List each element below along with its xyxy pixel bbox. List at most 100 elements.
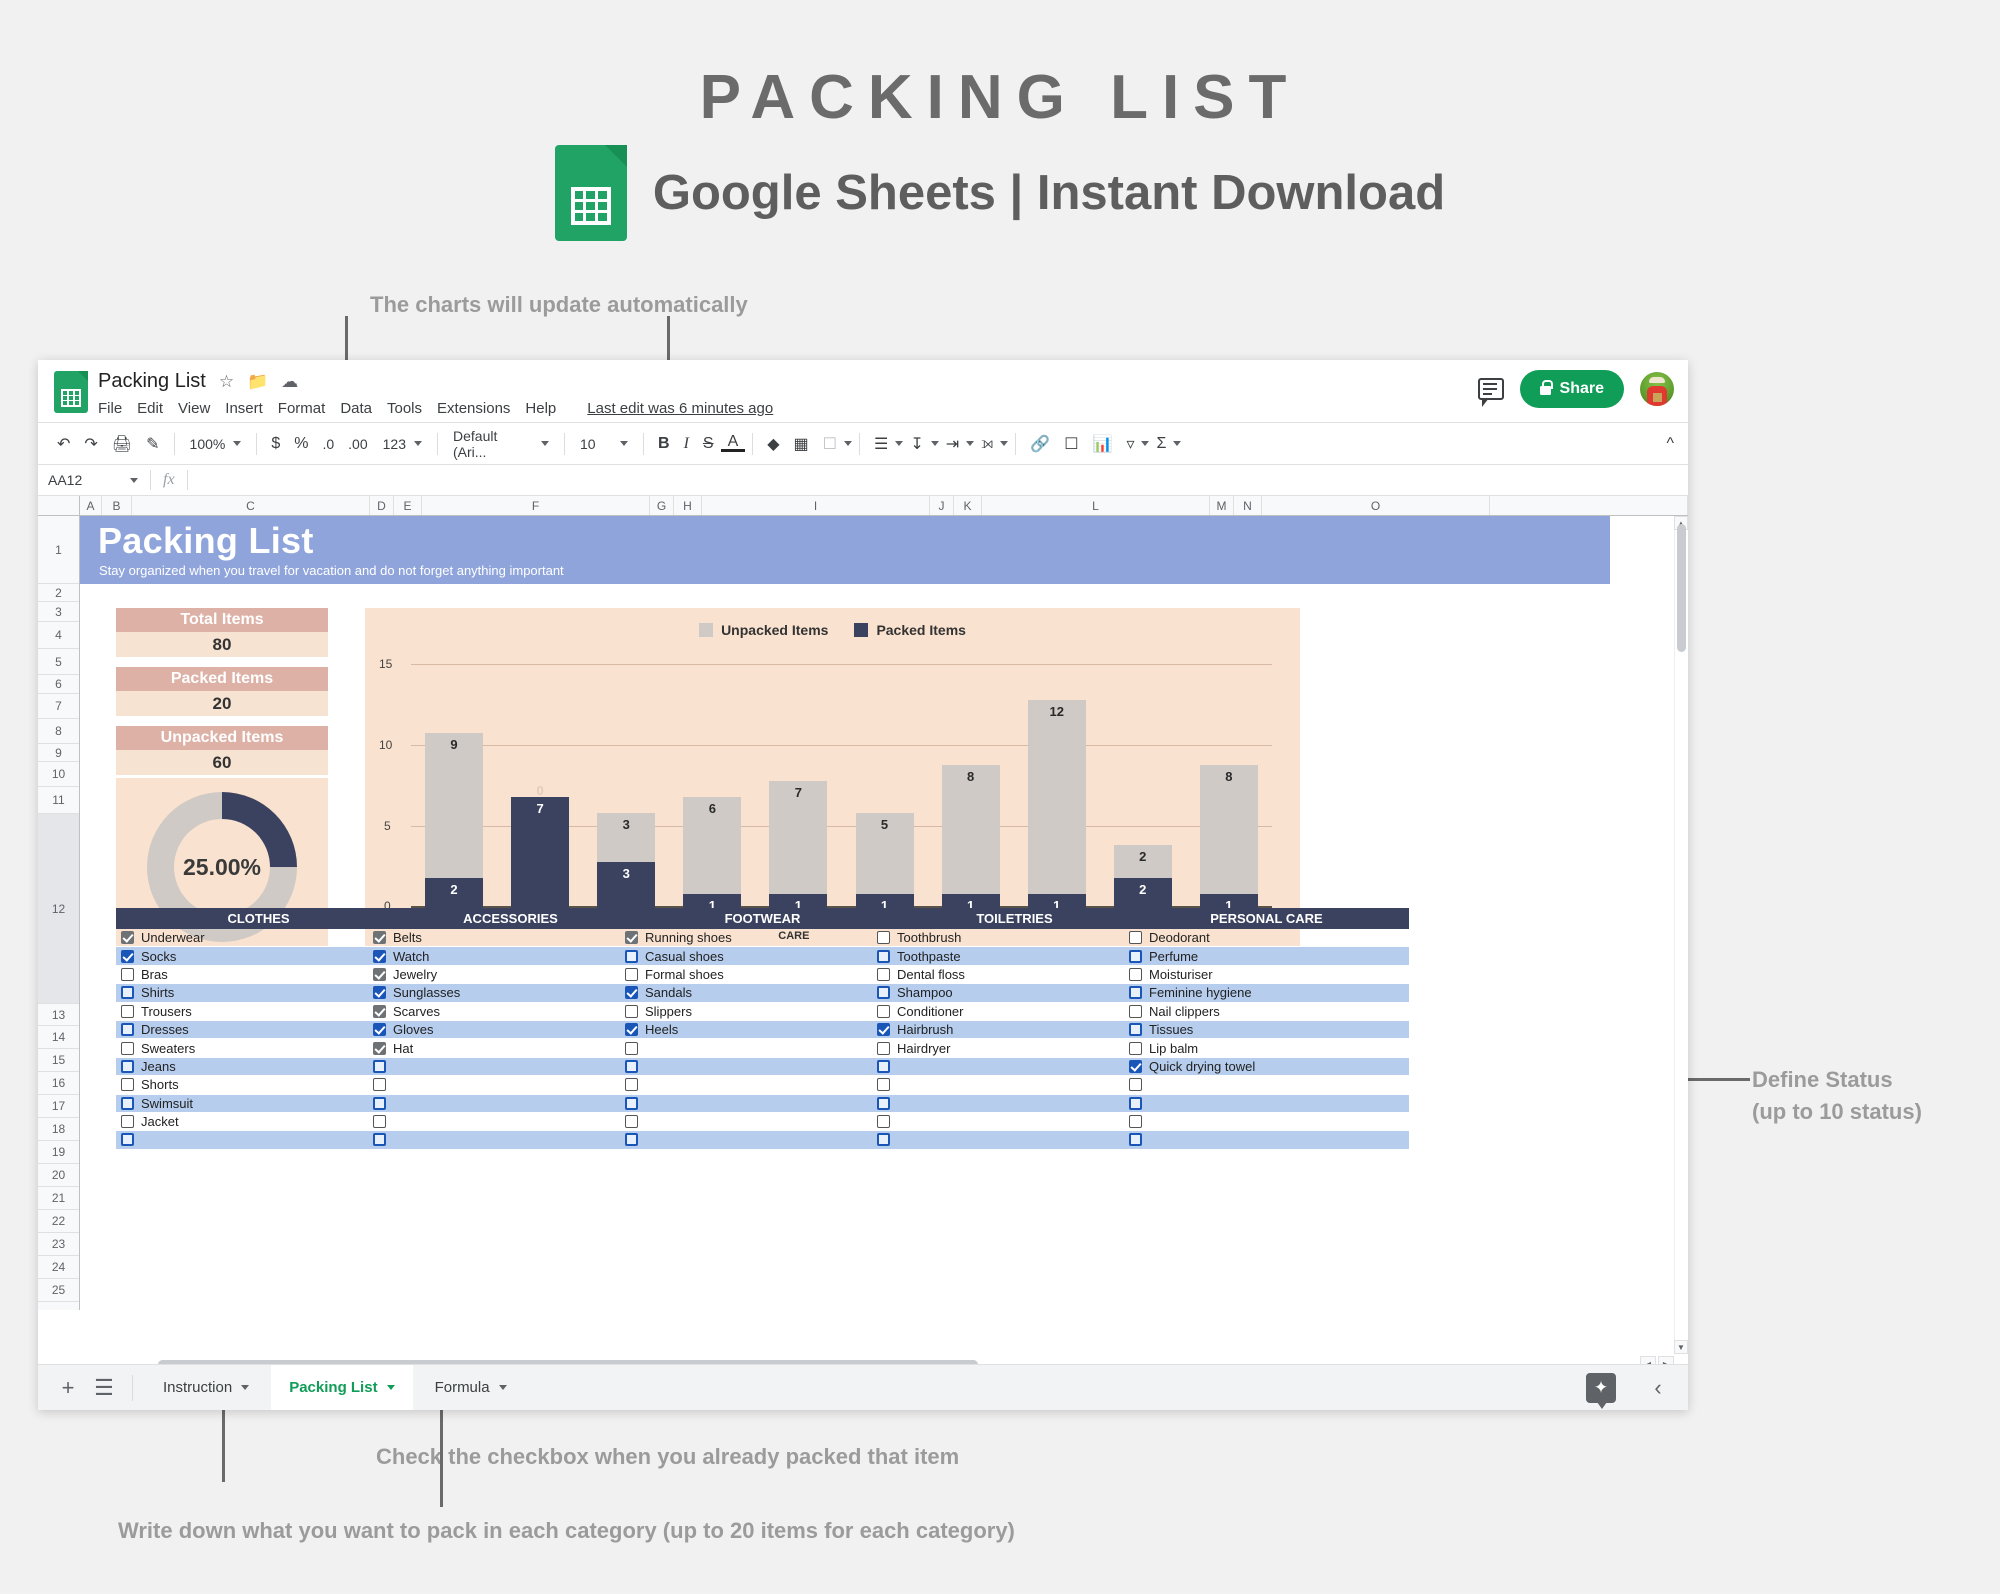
packing-bar-chart[interactable]: Unpacked Items Packed Items 15 10 5 0 9 … (365, 608, 1300, 956)
all-sheets-icon[interactable]: ☰ (88, 1372, 120, 1404)
list-item[interactable]: Shampoo (872, 984, 1157, 1003)
functions-icon[interactable]: Σ (1149, 435, 1173, 453)
list-item[interactable]: Toothpaste (872, 947, 1157, 966)
row-header-22[interactable]: 22 (38, 1210, 79, 1233)
list-item[interactable]: Moisturiser (1124, 966, 1409, 985)
list-item[interactable] (872, 1113, 1157, 1132)
checkbox-icon[interactable] (625, 1115, 638, 1129)
column-header-k[interactable]: K (954, 496, 982, 515)
list-item[interactable] (620, 1094, 905, 1113)
checkbox-icon[interactable] (1129, 1059, 1142, 1073)
checkbox-icon[interactable] (625, 949, 638, 963)
column-header-f[interactable]: F (422, 496, 650, 515)
vertical-align-icon[interactable]: ↧ (903, 434, 930, 454)
checkbox-icon[interactable] (373, 1078, 386, 1092)
checkbox-icon[interactable] (1129, 949, 1142, 963)
column-header-extra[interactable] (1490, 496, 1688, 515)
checkbox-icon[interactable] (373, 1023, 386, 1037)
collapse-sidebar-icon[interactable]: ‹ (1642, 1372, 1674, 1404)
list-item-label[interactable]: Toothpaste (897, 949, 961, 964)
list-item-label[interactable]: Dresses (141, 1022, 189, 1037)
list-item[interactable] (368, 1094, 653, 1113)
list-item[interactable]: Sunglasses (368, 984, 653, 1003)
checkbox-icon[interactable] (1129, 1115, 1142, 1129)
menu-help[interactable]: Help (525, 400, 556, 417)
list-item-label[interactable]: Socks (141, 949, 176, 964)
list-item[interactable] (116, 1131, 401, 1150)
list-item[interactable]: Gloves (368, 1020, 653, 1040)
list-item-label[interactable]: Swimsuit (141, 1096, 193, 1111)
menu-format[interactable]: Format (278, 400, 326, 417)
row-header-2[interactable]: 2 (38, 584, 79, 602)
checkbox-icon[interactable] (121, 1023, 134, 1037)
checkbox-icon[interactable] (1129, 1078, 1142, 1092)
list-item[interactable] (620, 1113, 905, 1132)
paint-format-icon[interactable]: ✎ (139, 434, 166, 454)
checkbox-icon[interactable] (121, 1059, 134, 1073)
checkbox-icon[interactable] (373, 1004, 386, 1018)
column-header-n[interactable]: N (1234, 496, 1262, 515)
list-item[interactable] (1124, 1094, 1409, 1113)
row-header-16[interactable]: 16 (38, 1072, 79, 1095)
menu-tools[interactable]: Tools (387, 400, 422, 417)
list-item[interactable]: Toothbrush (872, 929, 1157, 948)
row-header-12[interactable]: 12 (38, 814, 79, 1004)
checkbox-icon[interactable] (373, 1133, 386, 1147)
column-header-i[interactable]: I (702, 496, 930, 515)
select-all-corner[interactable] (38, 496, 80, 515)
list-item[interactable] (872, 1076, 1157, 1095)
list-item[interactable] (620, 1057, 905, 1077)
checkbox-icon[interactable] (373, 949, 386, 963)
list-item-label[interactable]: Heels (645, 1022, 678, 1037)
chevron-down-icon[interactable] (1000, 441, 1009, 446)
checkbox-icon[interactable] (625, 1023, 638, 1037)
add-sheet-icon[interactable]: + (52, 1372, 84, 1404)
checkbox-icon[interactable] (1129, 1041, 1142, 1055)
list-item[interactable]: Perfume (1124, 947, 1409, 966)
list-item-label[interactable]: Jewelry (393, 967, 437, 982)
list-item[interactable]: Scarves (368, 1003, 653, 1021)
row-header-11[interactable]: 11 (38, 787, 79, 814)
list-item[interactable]: Dresses (116, 1020, 401, 1040)
checkbox-icon[interactable] (625, 967, 638, 981)
sheet-tab-formula[interactable]: Formula (417, 1365, 525, 1411)
list-item[interactable]: Quick drying towel (1124, 1057, 1409, 1077)
checkbox-icon[interactable] (121, 931, 134, 945)
checkbox-icon[interactable] (373, 967, 386, 981)
list-item-label[interactable]: Quick drying towel (1149, 1059, 1255, 1074)
checkbox-icon[interactable] (877, 931, 890, 945)
list-item-label[interactable]: Conditioner (897, 1004, 964, 1019)
column-header-m[interactable]: M (1210, 496, 1234, 515)
checkbox-icon[interactable] (625, 986, 638, 1000)
list-item[interactable] (1124, 1076, 1409, 1095)
checkbox-icon[interactable] (1129, 931, 1142, 945)
list-item[interactable]: Jewelry (368, 966, 653, 985)
list-item-label[interactable]: Moisturiser (1149, 967, 1213, 982)
move-to-folder-icon[interactable]: 📁 (247, 373, 268, 390)
doc-name[interactable]: Packing List (98, 370, 206, 393)
vertical-scrollbar[interactable]: ▲ ▼ (1674, 516, 1688, 1354)
row-header-18[interactable]: 18 (38, 1118, 79, 1141)
checkbox-icon[interactable] (877, 1004, 890, 1018)
list-item-label[interactable]: Sweaters (141, 1041, 195, 1056)
row-header-8[interactable]: 8 (38, 719, 79, 744)
checkbox-icon[interactable] (373, 1096, 386, 1110)
list-item[interactable]: Deodorant (1124, 929, 1409, 948)
row-header-15[interactable]: 15 (38, 1049, 79, 1072)
checkbox-icon[interactable] (625, 1004, 638, 1018)
stat-value[interactable]: 60 (116, 750, 328, 775)
list-item-label[interactable]: Nail clippers (1149, 1004, 1220, 1019)
checkbox-icon[interactable] (877, 1115, 890, 1129)
list-item-label[interactable]: Bras (141, 967, 168, 982)
checkbox-icon[interactable] (877, 986, 890, 1000)
list-item[interactable] (368, 1113, 653, 1132)
checkbox-icon[interactable] (121, 1115, 134, 1129)
list-item-label[interactable]: Hairdryer (897, 1041, 950, 1056)
list-item-label[interactable]: Deodorant (1149, 930, 1210, 945)
column-header-h[interactable]: H (674, 496, 702, 515)
list-item-label[interactable]: Jacket (141, 1114, 179, 1129)
list-item[interactable]: Slippers (620, 1003, 905, 1021)
insert-link-icon[interactable]: 🔗 (1023, 434, 1057, 454)
scroll-down-icon[interactable]: ▼ (1674, 1340, 1688, 1354)
list-item[interactable]: Watch (368, 947, 653, 966)
